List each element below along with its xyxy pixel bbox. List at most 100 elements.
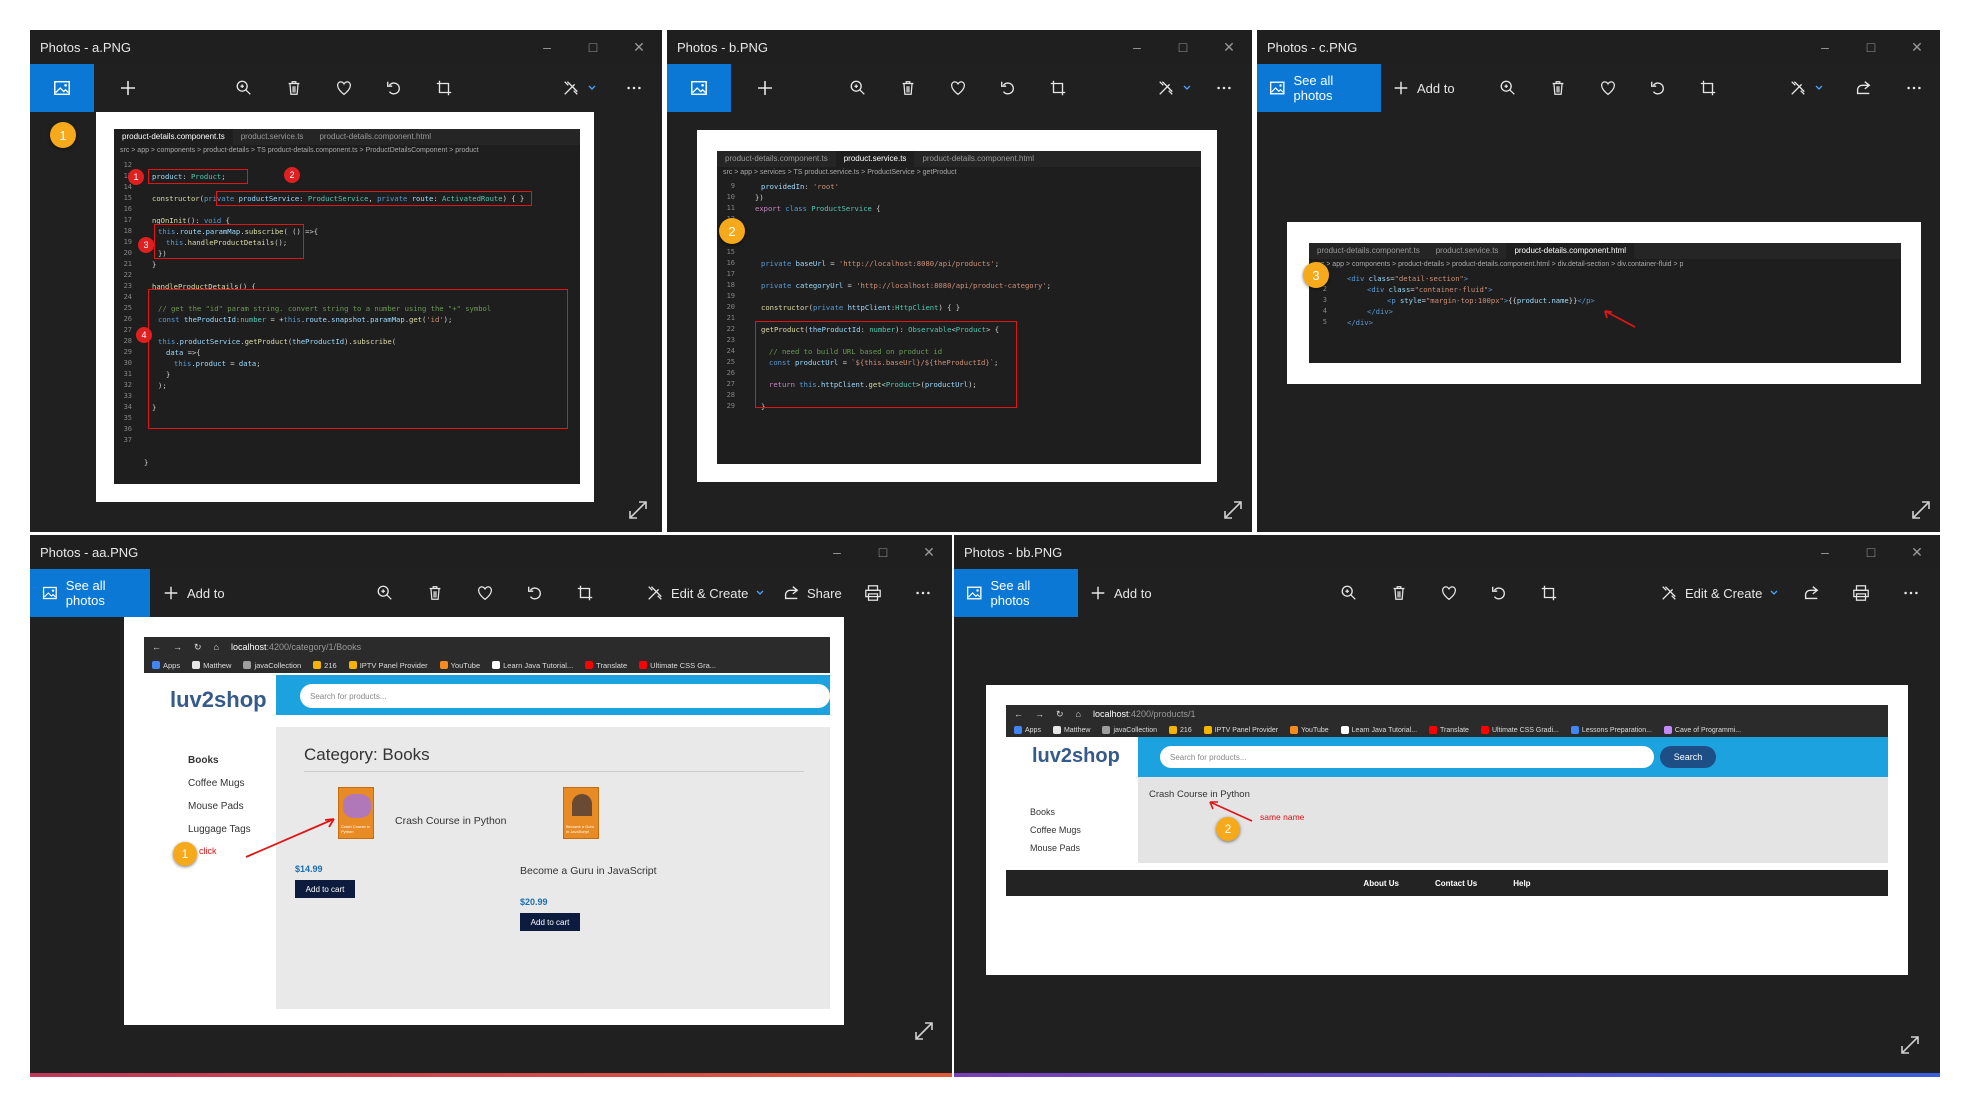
category-coffee-mugs[interactable]: Coffee Mugs (1030, 821, 1081, 839)
minimize-button[interactable]: – (1114, 39, 1160, 55)
see-all-photos-button[interactable]: See all photos (1257, 64, 1381, 112)
rotate-button[interactable] (385, 64, 403, 112)
product-name-link[interactable]: Become a Guru in JavaScript (520, 865, 657, 877)
see-all-photos-button[interactable] (30, 64, 94, 112)
category-mouse-pads[interactable]: Mouse Pads (1030, 839, 1081, 857)
more-button[interactable] (1902, 569, 1920, 617)
zoom-button[interactable] (1499, 64, 1517, 112)
delete-button[interactable] (285, 64, 303, 112)
bookmark-item[interactable]: javaCollection (1102, 726, 1157, 734)
more-button[interactable] (1905, 64, 1923, 112)
bookmark-item[interactable]: Ultimate CSS Gradi... (1480, 726, 1559, 734)
search-input[interactable]: Search for products... (1160, 746, 1654, 768)
share-button[interactable] (1854, 64, 1872, 112)
bookmark-item[interactable]: Cave of Programmi... (1663, 726, 1741, 734)
delete-button[interactable] (1549, 64, 1567, 112)
search-input[interactable]: Search for products... (300, 684, 830, 708)
bookmark-item[interactable]: Apps (152, 661, 180, 670)
footer-about-us[interactable]: About Us (1363, 879, 1399, 888)
maximize-button[interactable]: □ (1848, 39, 1894, 55)
bookmark-item[interactable]: YouTube (1290, 726, 1329, 734)
minimize-button[interactable]: – (1802, 39, 1848, 55)
minimize-button[interactable]: – (814, 544, 860, 560)
minimize-button[interactable]: – (524, 39, 570, 55)
bookmark-item[interactable]: Learn Java Tutorial... (492, 661, 573, 670)
expand-icon[interactable] (1900, 1035, 1920, 1055)
favorite-button[interactable] (476, 569, 494, 617)
edit-create-button[interactable]: Edit & Create (1660, 569, 1779, 617)
print-button[interactable] (1852, 569, 1870, 617)
maximize-button[interactable]: □ (570, 39, 616, 55)
share-button[interactable] (1802, 569, 1820, 617)
bookmark-item[interactable]: Translate (585, 661, 627, 670)
maximize-button[interactable]: □ (860, 544, 906, 560)
zoom-button[interactable] (849, 64, 867, 112)
see-all-photos-button[interactable]: See all photos (954, 569, 1078, 617)
maximize-button[interactable]: □ (1160, 39, 1206, 55)
see-all-photos-button[interactable]: See all photos (30, 569, 150, 617)
add-to-button[interactable] (118, 64, 138, 112)
bookmark-item[interactable]: IPTV Panel Provider (348, 661, 428, 670)
zoom-button[interactable] (376, 569, 394, 617)
crop-button[interactable] (435, 64, 453, 112)
print-button[interactable] (864, 569, 882, 617)
add-to-button[interactable]: Add to (1089, 569, 1152, 617)
rotate-button[interactable] (999, 64, 1017, 112)
delete-button[interactable] (899, 64, 917, 112)
bookmark-item[interactable]: Translate (1429, 726, 1469, 734)
more-button[interactable] (1215, 64, 1233, 112)
edit-create-button[interactable] (562, 64, 597, 112)
footer-contact-us[interactable]: Contact Us (1435, 879, 1477, 888)
close-button[interactable]: ✕ (1894, 39, 1940, 56)
zoom-button[interactable] (1340, 569, 1358, 617)
search-button[interactable]: Search (1660, 746, 1716, 768)
add-to-button[interactable]: Add to (1392, 64, 1455, 112)
favorite-button[interactable] (1599, 64, 1617, 112)
close-button[interactable]: ✕ (616, 39, 662, 56)
footer-help[interactable]: Help (1513, 879, 1530, 888)
rotate-button[interactable] (1490, 569, 1508, 617)
more-button[interactable] (914, 569, 932, 617)
add-to-cart-button[interactable]: Add to cart (520, 913, 580, 931)
bookmark-item[interactable]: YouTube (439, 661, 480, 670)
bookmark-item[interactable]: Learn Java Tutorial... (1340, 726, 1417, 734)
close-button[interactable]: ✕ (906, 544, 952, 561)
category-coffee-mugs[interactable]: Coffee Mugs (188, 772, 251, 795)
crop-button[interactable] (576, 569, 594, 617)
bookmark-item[interactable]: 216 (313, 661, 337, 670)
category-books[interactable]: Books (1030, 803, 1081, 821)
expand-icon[interactable] (1223, 500, 1243, 520)
expand-icon[interactable] (914, 1021, 934, 1041)
bookmark-item[interactable]: IPTV Panel Provider (1203, 726, 1278, 734)
share-button[interactable]: Share (782, 569, 842, 617)
delete-button[interactable] (426, 569, 444, 617)
favorite-button[interactable] (335, 64, 353, 112)
bookmark-item[interactable]: Matthew (192, 661, 231, 670)
bookmark-item[interactable]: Apps (1014, 726, 1041, 734)
category-mouse-pads[interactable]: Mouse Pads (188, 795, 251, 818)
favorite-button[interactable] (949, 64, 967, 112)
edit-create-button[interactable] (1789, 64, 1824, 112)
see-all-photos-button[interactable] (667, 64, 731, 112)
bookmark-item[interactable]: javaCollection (243, 661, 301, 670)
bookmark-item[interactable]: Matthew (1052, 726, 1090, 734)
category-books[interactable]: Books (188, 749, 251, 772)
category-luggage-tags[interactable]: Luggage Tags (188, 818, 251, 841)
favorite-button[interactable] (1440, 569, 1458, 617)
minimize-button[interactable]: – (1802, 544, 1848, 560)
close-button[interactable]: ✕ (1894, 544, 1940, 561)
expand-icon[interactable] (628, 500, 648, 520)
add-to-button[interactable]: Add to (162, 569, 225, 617)
bookmark-item[interactable]: Ultimate CSS Gra... (639, 661, 716, 670)
bookmark-item[interactable]: 216 (1169, 726, 1192, 734)
book-cover-image[interactable]: Become a Guru in JavaScript (563, 787, 599, 839)
book-cover-image[interactable]: Crash Course in Python (338, 787, 374, 839)
crop-button[interactable] (1049, 64, 1067, 112)
bookmark-item[interactable]: Lessons Preparation... (1570, 726, 1652, 734)
edit-create-button[interactable]: Edit & Create (646, 569, 765, 617)
crop-button[interactable] (1540, 569, 1558, 617)
rotate-button[interactable] (1649, 64, 1667, 112)
expand-icon[interactable] (1911, 500, 1931, 520)
zoom-button[interactable] (235, 64, 253, 112)
crop-button[interactable] (1699, 64, 1717, 112)
